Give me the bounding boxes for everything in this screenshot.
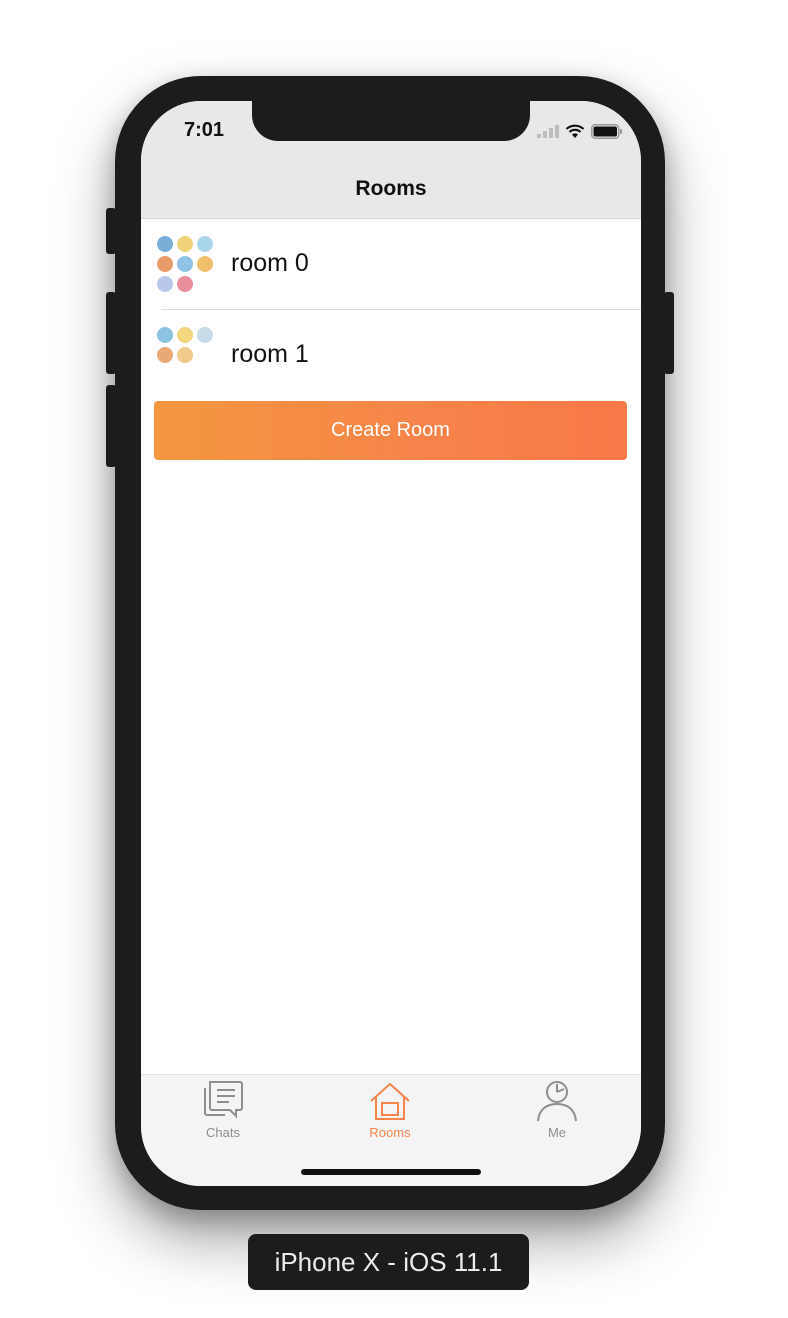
room-avatar-grid (157, 236, 217, 292)
wifi-icon (565, 124, 585, 138)
person-icon (537, 1081, 577, 1122)
member-avatar (157, 236, 173, 252)
volume-up-button (106, 292, 116, 374)
member-avatar (157, 276, 173, 292)
home-icon (370, 1083, 410, 1120)
room-name: room 0 (231, 249, 309, 277)
navigation-bar: 7:01 Rooms (141, 101, 641, 219)
member-avatar (157, 327, 173, 343)
device-label: iPhone X - iOS 11.1 (248, 1234, 529, 1290)
home-indicator[interactable] (301, 1169, 481, 1175)
tab-label: Me (547, 1125, 567, 1140)
power-button (664, 292, 674, 374)
rooms-list: room 0 room 1 (141, 219, 641, 401)
member-avatar (177, 347, 193, 363)
room-avatar-grid (157, 327, 217, 363)
mute-switch (106, 208, 116, 254)
signal-icon (537, 125, 559, 138)
volume-down-button (106, 385, 116, 467)
chat-icon (204, 1081, 243, 1119)
tab-chats[interactable]: Chats (163, 1079, 283, 1140)
member-avatar (197, 256, 213, 272)
member-avatar (177, 236, 193, 252)
member-avatar (177, 276, 193, 292)
room-row[interactable]: room 0 (141, 219, 641, 310)
tab-rooms[interactable]: Rooms (330, 1079, 450, 1140)
member-avatar (157, 347, 173, 363)
battery-icon (591, 123, 622, 139)
tab-bar: Chats Rooms Me (141, 1074, 641, 1186)
member-avatar (157, 256, 173, 272)
create-room-button[interactable]: Create Room (154, 401, 627, 460)
member-avatar (177, 327, 193, 343)
tab-label: Chats (206, 1125, 240, 1140)
member-avatar (197, 327, 213, 343)
tab-me[interactable]: Me (497, 1079, 617, 1140)
room-row[interactable]: room 1 (141, 310, 641, 401)
tab-label: Rooms (369, 1125, 411, 1140)
member-avatar (177, 256, 193, 272)
room-name: room 1 (231, 340, 309, 368)
status-icons (537, 123, 623, 139)
screen: 7:01 Rooms room 0 room 1 Create Room Cha… (141, 101, 641, 1186)
status-time: 7:01 (184, 119, 225, 141)
member-avatar (197, 236, 213, 252)
page-title: Rooms (355, 177, 427, 200)
notch (252, 101, 530, 141)
